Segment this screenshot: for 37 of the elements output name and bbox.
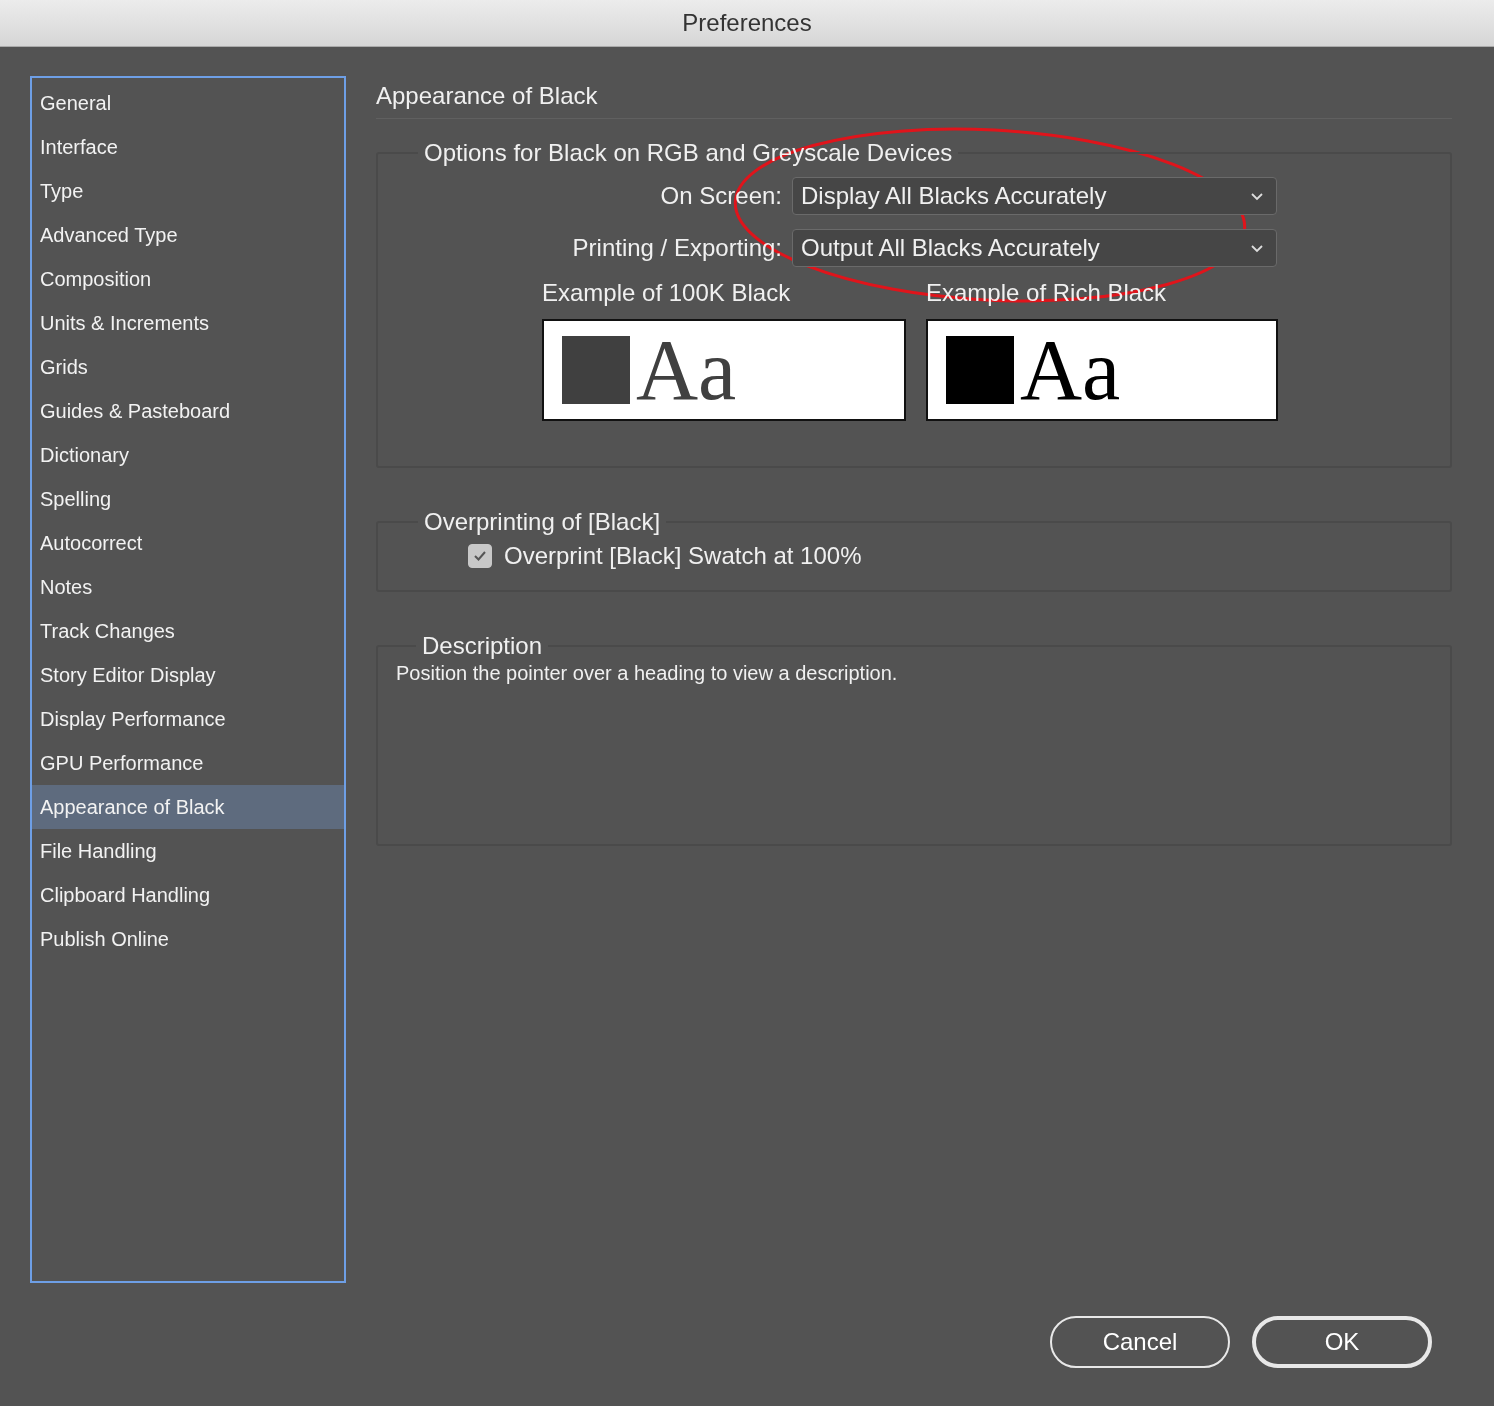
- category-item[interactable]: Type: [32, 169, 344, 213]
- category-item[interactable]: General: [32, 81, 344, 125]
- group-legend: Overprinting of [Black]: [424, 508, 661, 535]
- checkmark-icon: [473, 550, 487, 562]
- panel-title: Appearance of Black: [376, 76, 1452, 119]
- sample-text: Aa: [636, 327, 737, 413]
- category-item[interactable]: Units & Increments: [32, 301, 344, 345]
- checkbox[interactable]: [468, 544, 492, 568]
- category-item[interactable]: Interface: [32, 125, 344, 169]
- category-item[interactable]: Notes: [32, 565, 344, 609]
- category-item[interactable]: Clipboard Handling: [32, 873, 344, 917]
- category-item[interactable]: Dictionary: [32, 433, 344, 477]
- category-item[interactable]: Appearance of Black: [32, 785, 344, 829]
- sample-text: Aa: [1020, 327, 1121, 413]
- chevron-down-icon: [1250, 243, 1264, 253]
- category-item[interactable]: Composition: [32, 257, 344, 301]
- dropdown[interactable]: Output All Blacks Accurately: [792, 229, 1277, 267]
- window-title: Preferences: [682, 9, 812, 37]
- category-item[interactable]: Guides & Pasteboard: [32, 389, 344, 433]
- dropdown[interactable]: Display All Blacks Accurately: [792, 177, 1277, 215]
- group-legend: Description: [422, 632, 543, 659]
- category-item[interactable]: GPU Performance: [32, 741, 344, 785]
- category-item[interactable]: Publish Online: [32, 917, 344, 961]
- category-item[interactable]: Display Performance: [32, 697, 344, 741]
- category-item[interactable]: Grids: [32, 345, 344, 389]
- category-item[interactable]: Track Changes: [32, 609, 344, 653]
- category-item[interactable]: Autocorrect: [32, 521, 344, 565]
- category-item[interactable]: Story Editor Display: [32, 653, 344, 697]
- chevron-down-icon: [1250, 191, 1264, 201]
- description-text: Position the pointer over a heading to view a description.: [396, 662, 899, 685]
- category-item[interactable]: Advanced Type: [32, 213, 344, 257]
- dialog-button[interactable]: Cancel: [1050, 1316, 1230, 1368]
- category-item[interactable]: File Handling: [32, 829, 344, 873]
- checkbox-label: Overprint [Black] Swatch at 100%: [504, 542, 862, 570]
- sample-label: Example of 100K Black: [542, 279, 792, 307]
- category-item[interactable]: Spelling: [32, 477, 344, 521]
- dialog-button[interactable]: OK: [1252, 1316, 1432, 1368]
